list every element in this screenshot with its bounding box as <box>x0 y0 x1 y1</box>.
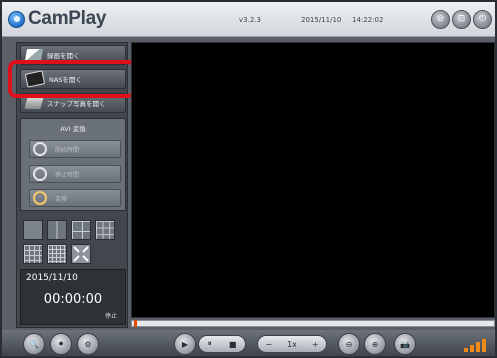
avi-convert-panel: AVI 変換 開始時間 停止時間 変換 <box>20 118 126 211</box>
settings-icon: ⚙ <box>84 339 92 349</box>
snapshot-button[interactable]: 📷 <box>394 333 416 355</box>
quad-view-icon[interactable] <box>47 220 67 240</box>
nas-icon <box>24 70 46 88</box>
open-snapshot-button[interactable]: スナップ写真を開く <box>20 93 126 113</box>
app-title: CamPlay <box>28 8 107 29</box>
speed-minus-button[interactable]: − <box>265 340 272 349</box>
play-button[interactable]: ▶ <box>174 333 196 355</box>
video-display[interactable] <box>131 42 495 318</box>
playback-status: 停止 <box>104 313 117 320</box>
clock-stop-icon <box>33 167 47 181</box>
settings-button[interactable]: ⚙ <box>77 333 99 355</box>
volume-level-icon[interactable] <box>464 338 490 352</box>
minimize-icon: ⊖ <box>436 14 445 24</box>
restore-button[interactable]: ⊡ <box>452 10 471 29</box>
six-view-icon[interactable] <box>71 220 91 240</box>
clock-start-icon <box>33 142 47 156</box>
play-icon: ▶ <box>181 339 189 349</box>
version-label: v3.2.3 <box>239 16 261 24</box>
zoom-in-icon: ⊕ <box>371 339 379 349</box>
convert-button[interactable]: 変換 <box>29 189 121 207</box>
speed-plus-button[interactable]: + <box>312 340 319 349</box>
eb-icon: ⏺ <box>59 339 63 348</box>
date-label: 2015/11/10 <box>301 16 342 24</box>
restore-icon: ⊡ <box>457 14 466 24</box>
start-time-button[interactable]: 開始時間 <box>29 140 121 158</box>
avi-convert-title: AVI 変換 <box>60 125 86 133</box>
snapshot-icon <box>24 97 44 109</box>
power-button[interactable]: ⏻ <box>473 10 492 29</box>
start-time-label: 開始時間 <box>55 146 80 154</box>
open-recording-label: 録画を開く <box>47 52 80 60</box>
title-bar: CamPlay v3.2.3 2015/11/10 14:22:02 ⊖ ⊡ ⏻ <box>2 2 495 37</box>
camera-lens-icon <box>8 10 25 28</box>
progress-handle[interactable] <box>134 320 137 327</box>
zoom-out-icon: ⊖ <box>345 339 353 349</box>
camplay-window: CamPlay v3.2.3 2015/11/10 14:22:02 ⊖ ⊡ ⏻… <box>0 0 497 358</box>
stop-icon[interactable]: ■ <box>229 340 237 349</box>
sidebar: 録画を開く NASを開く スナップ写真を開く AVI 変換 開始時間 停止時間 … <box>16 42 128 328</box>
video-file-icon <box>24 49 44 61</box>
open-snapshot-label: スナップ写真を開く <box>47 100 106 108</box>
playback-time: 00:00:00 <box>43 292 103 307</box>
stop-time-button[interactable]: 停止時間 <box>29 165 121 183</box>
bottom-toolbar <box>2 330 495 356</box>
fullscreen-icon[interactable] <box>71 244 91 264</box>
eb-button[interactable]: ⏺ <box>50 333 72 355</box>
zoom-in-button[interactable]: ⊕ <box>364 333 386 355</box>
speed-value: 1x <box>287 339 297 349</box>
playback-progress-bar[interactable] <box>131 320 495 327</box>
pause-stop-group: ⏸ ■ <box>198 335 246 353</box>
open-nas-label: NASを開く <box>49 76 82 84</box>
pause-icon[interactable]: ⏸ <box>208 339 212 349</box>
grid-view-icon[interactable] <box>47 244 67 264</box>
speed-control: − 1x + <box>257 335 327 353</box>
convert-globe-icon <box>33 191 47 205</box>
convert-label: 変換 <box>55 195 68 203</box>
open-recording-button[interactable]: 録画を開く <box>20 45 126 65</box>
search-icon: 🔍 <box>29 339 39 349</box>
power-icon: ⏻ <box>478 14 487 24</box>
zoom-out-button[interactable]: ⊖ <box>338 333 360 355</box>
layout-selector <box>20 217 126 267</box>
playback-clock: 2015/11/10 00:00:00 停止 <box>20 269 126 325</box>
open-nas-button[interactable]: NASを開く <box>20 69 126 89</box>
playback-date: 2015/11/10 <box>26 273 78 283</box>
app-logo: CamPlay <box>8 8 106 30</box>
sixteen-view-icon[interactable] <box>23 244 43 264</box>
time-label: 14:22:02 <box>352 16 384 24</box>
search-button[interactable]: 🔍 <box>23 333 45 355</box>
single-view-icon[interactable] <box>23 220 43 240</box>
nine-view-icon[interactable] <box>95 220 115 240</box>
camera-icon: 📷 <box>400 339 410 349</box>
stop-time-label: 停止時間 <box>55 171 80 179</box>
minimize-button[interactable]: ⊖ <box>431 10 450 29</box>
